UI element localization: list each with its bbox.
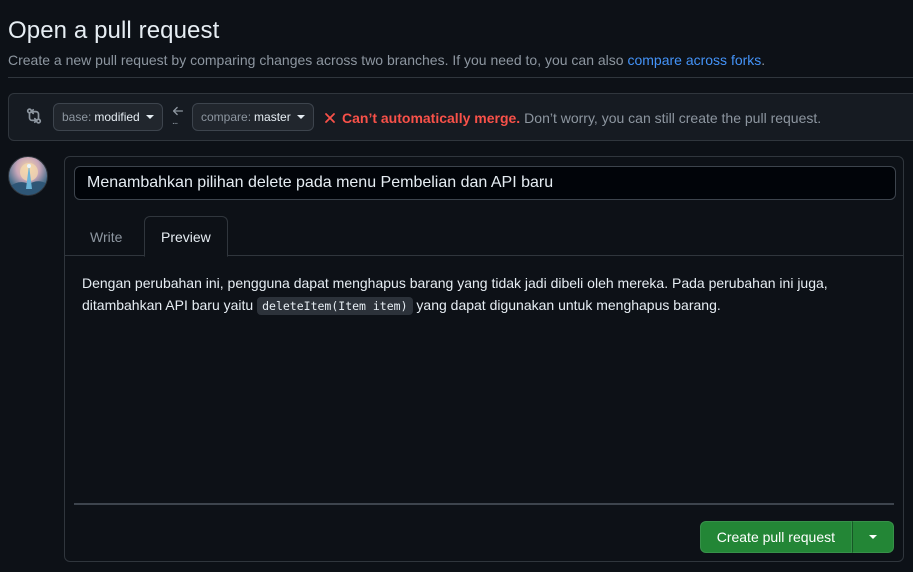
inline-code: deleteItem(Item item)	[257, 297, 413, 315]
x-icon	[325, 113, 335, 123]
editor-tabs: Write Preview	[65, 216, 903, 257]
triangle-down-icon	[296, 115, 305, 119]
merge-status-title: Can’t automatically merge.	[342, 110, 521, 126]
pr-title-input[interactable]	[74, 166, 896, 200]
merge-status: Can’t automatically merge. Don’t worry, …	[324, 110, 821, 126]
base-prefix: base:	[62, 110, 92, 124]
branch-range-bar: base: modified ... compare: master Can’t…	[8, 93, 913, 141]
avatar-image	[9, 163, 47, 195]
base-branch-name: modified	[94, 110, 140, 124]
tab-preview[interactable]: Preview	[144, 216, 228, 257]
create-pull-request-button[interactable]: Create pull request	[699, 521, 852, 553]
base-branch-select[interactable]: base: modified	[53, 103, 163, 131]
page-subtitle-text: Create a new pull request by comparing c…	[8, 52, 624, 68]
avatar[interactable]	[8, 156, 48, 196]
composer-footer-divider	[74, 503, 894, 505]
page-header: Open a pull request Create a new pull re…	[8, 14, 913, 70]
header-divider	[8, 77, 913, 78]
preview-text-part2: yang dapat digunakan untuk menghapus bar…	[412, 297, 721, 313]
create-pr-button-group: Create pull request	[699, 521, 894, 553]
compare-across-forks-link[interactable]: compare across forks	[627, 52, 761, 68]
compare-branch-select[interactable]: compare: master	[192, 103, 314, 131]
compare-prefix: compare:	[201, 110, 252, 124]
page-title: Open a pull request	[8, 17, 220, 44]
git-compare-icon	[26, 108, 42, 124]
tab-write[interactable]: Write	[74, 216, 138, 257]
merge-status-hint: Don’t worry, you can still create the pu…	[524, 110, 822, 126]
preview-body: Dengan perubahan ini, pengguna dapat men…	[82, 272, 892, 317]
page-subtitle-end: .	[761, 52, 766, 68]
pull-request-composer: Write Preview Dengan perubahan ini, peng…	[64, 156, 904, 562]
arrow-dots: ...	[172, 116, 178, 127]
compare-branch-name: master	[254, 110, 291, 124]
page-subtitle: Create a new pull request by comparing c…	[8, 50, 913, 70]
create-options-dropdown-button[interactable]	[852, 521, 894, 553]
triangle-down-icon	[145, 115, 154, 119]
triangle-down-icon	[869, 535, 877, 539]
